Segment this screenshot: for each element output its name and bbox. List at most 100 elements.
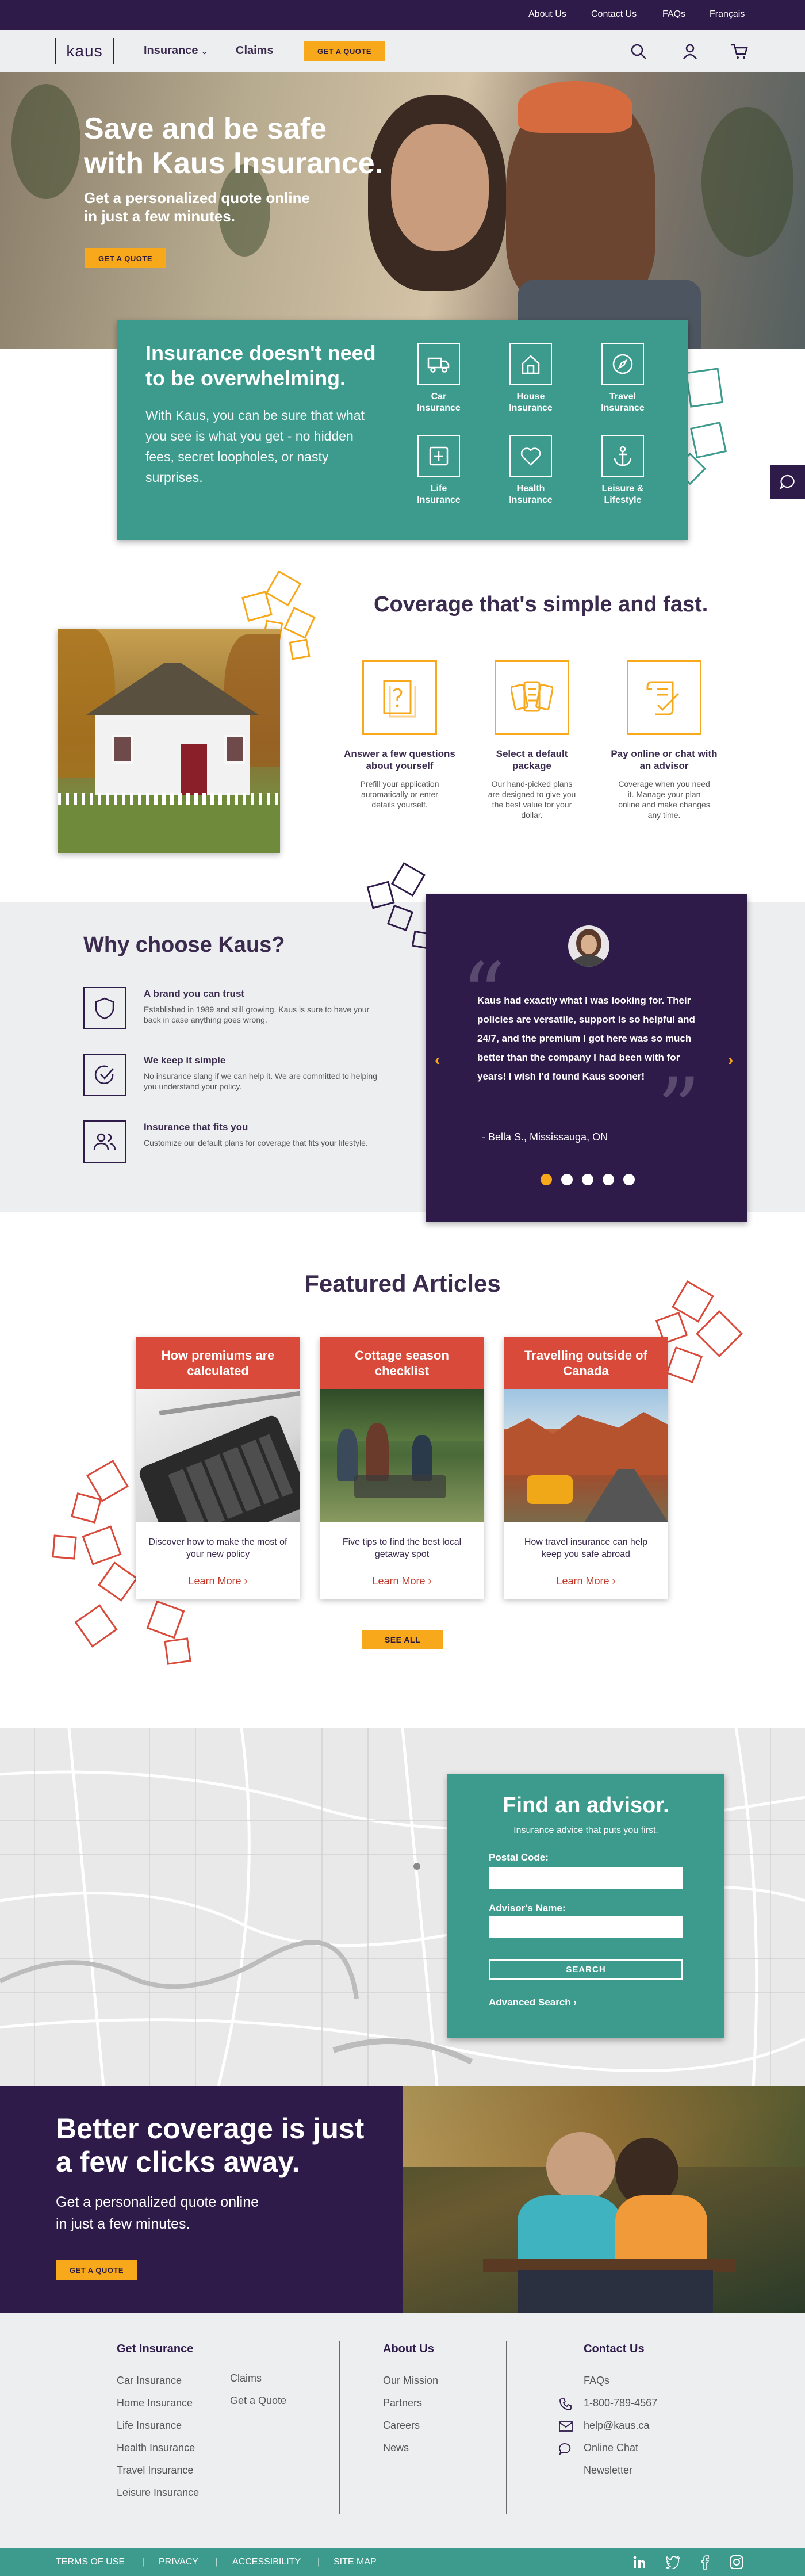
footer-link[interactable]: Partners — [383, 2397, 422, 2409]
footer-faqs-link[interactable]: FAQs — [584, 2375, 610, 2387]
chevron-right-icon: › — [428, 1575, 432, 1587]
plus-square-icon — [429, 446, 448, 466]
health-insurance-link[interactable]: Health Insurance — [499, 435, 562, 506]
decorative-square — [146, 1600, 185, 1639]
decorative-square — [283, 607, 316, 639]
nav-get-quote-button[interactable]: GET A QUOTE — [304, 41, 385, 61]
footer-link[interactable]: Life Insurance — [117, 2420, 182, 2432]
testimonial-quote: Kaus had exactly what I was looking for.… — [477, 995, 695, 1082]
nav-insurance-label: Insurance — [144, 44, 198, 57]
linkedin-icon[interactable] — [632, 2555, 646, 2569]
advisor-name-label: Advisor's Name: — [489, 1903, 566, 1913]
carousel-dot[interactable] — [561, 1174, 573, 1185]
heart-icon — [520, 447, 541, 466]
article-card-cottage[interactable]: Cottage season checklist Five tips to fi… — [320, 1337, 484, 1599]
carousel-dot[interactable] — [603, 1174, 614, 1185]
advanced-search-link[interactable]: Advanced Search › — [489, 1997, 577, 2008]
carousel-dot[interactable] — [582, 1174, 593, 1185]
travel-insurance-link[interactable]: Travel Insurance — [591, 343, 654, 414]
shield-icon — [95, 997, 114, 1020]
footer-link[interactable]: Our Mission — [383, 2375, 438, 2387]
chevron-right-icon: › — [244, 1575, 248, 1587]
couple-bench-photo — [402, 2086, 805, 2313]
search-button[interactable]: SEARCH — [489, 1959, 683, 1980]
coverage-step-3: Pay online or chat with an advisor Covera… — [604, 660, 724, 820]
footer-link[interactable]: Careers — [383, 2420, 420, 2432]
terms-link[interactable]: TERMS OF USE — [56, 2557, 125, 2567]
about-us-link[interactable]: About Us — [528, 9, 566, 20]
chevron-down-icon: ⌄ — [201, 47, 208, 56]
footer-phone-link[interactable]: 1-800-789-4567 — [584, 2397, 657, 2409]
twitter-icon[interactable] — [666, 2555, 681, 2569]
chat-widget-button[interactable] — [770, 465, 805, 499]
privacy-link[interactable]: PRIVACY — [159, 2557, 198, 2567]
decorative-square — [86, 1460, 129, 1502]
carousel-dot[interactable] — [623, 1174, 635, 1185]
calculator-photo — [136, 1389, 300, 1522]
search-icon[interactable] — [630, 43, 647, 60]
testimonial-carousel: “ ” Kaus had exactly what I was looking … — [425, 894, 747, 1222]
learn-more-link[interactable]: Learn More › — [504, 1575, 668, 1587]
footer-divider — [339, 2341, 340, 2514]
footer-link[interactable]: Leisure Insurance — [117, 2487, 199, 2499]
truck-icon — [427, 357, 450, 373]
facebook-icon[interactable] — [700, 2555, 710, 2570]
logo[interactable]: kaus — [55, 38, 114, 64]
logo-text: kaus — [66, 42, 103, 60]
learn-more-link[interactable]: Learn More › — [320, 1575, 484, 1587]
see-all-button[interactable]: SEE ALL — [362, 1630, 443, 1649]
car-insurance-link[interactable]: Car Insurance — [407, 343, 470, 414]
decorative-square — [689, 421, 727, 459]
footer-link[interactable]: Health Insurance — [117, 2442, 195, 2454]
decorative-square — [82, 1525, 122, 1565]
footer-about-heading: About Us — [383, 2342, 434, 2355]
house-insurance-link[interactable]: House Insurance — [499, 343, 562, 414]
faqs-link[interactable]: FAQs — [662, 9, 685, 20]
footer-email-link[interactable]: help@kaus.ca — [584, 2420, 649, 2432]
chat-bubble-icon — [559, 2443, 571, 2455]
cta-banner: Better coverage is just a few clicks away… — [0, 2086, 402, 2313]
learn-more-link[interactable]: Learn More › — [136, 1575, 300, 1587]
nav-insurance[interactable]: Insurance ⌄ — [144, 44, 208, 58]
footer-link[interactable]: Car Insurance — [117, 2375, 182, 2387]
instagram-icon[interactable] — [729, 2555, 744, 2570]
legal-separator: | — [143, 2557, 145, 2567]
decorative-square — [98, 1561, 138, 1602]
footer-newsletter-link[interactable]: Newsletter — [584, 2464, 632, 2477]
insbox-title: Insurance doesn't need to be overwhelming… — [145, 341, 376, 390]
cart-icon[interactable] — [730, 43, 749, 60]
leisure-lifestyle-link[interactable]: Leisure & Lifestyle — [591, 435, 654, 506]
francais-link[interactable]: Français — [710, 9, 745, 20]
hero-get-quote-button[interactable]: GET A QUOTE — [85, 248, 166, 268]
account-icon[interactable] — [681, 43, 699, 60]
footer-link[interactable]: Travel Insurance — [117, 2464, 193, 2477]
footer-link[interactable]: Home Insurance — [117, 2397, 193, 2409]
decorative-square — [265, 570, 302, 607]
life-insurance-link[interactable]: Life Insurance — [407, 435, 470, 506]
accessibility-link[interactable]: ACCESSIBILITY — [232, 2557, 301, 2567]
footer-link[interactable]: Claims — [230, 2372, 262, 2384]
contact-us-link[interactable]: Contact Us — [591, 9, 637, 20]
house-photo — [57, 629, 280, 853]
nav-claims[interactable]: Claims — [236, 44, 274, 58]
advisor-title: Find an advisor. — [503, 1793, 669, 1817]
check-circle-icon — [94, 1065, 114, 1085]
decorative-square — [390, 862, 426, 897]
decorative-square — [289, 638, 310, 660]
advisor-name-input[interactable] — [489, 1916, 683, 1938]
testimonial-author: - Bella S., Mississauga, ON — [482, 1131, 608, 1143]
footer-chat-link[interactable]: Online Chat — [584, 2442, 638, 2454]
phone-icon — [559, 2398, 572, 2410]
chevron-right-icon: › — [573, 1997, 577, 2008]
footer-link[interactable]: News — [383, 2442, 409, 2454]
carousel-dot[interactable] — [540, 1174, 552, 1185]
article-card-premiums[interactable]: How premiums are calculated Discover how… — [136, 1337, 300, 1599]
cta-get-quote-button[interactable]: GET A QUOTE — [56, 2260, 137, 2280]
carousel-prev-arrow[interactable]: ‹ — [435, 1051, 440, 1069]
carousel-next-arrow[interactable]: › — [728, 1051, 733, 1069]
postal-code-input[interactable] — [489, 1867, 683, 1889]
article-card-travelling[interactable]: Travelling outside of Canada How travel … — [504, 1337, 668, 1599]
sitemap-link[interactable]: SITE MAP — [334, 2557, 377, 2567]
avatar — [568, 925, 610, 967]
footer-link[interactable]: Get a Quote — [230, 2395, 286, 2407]
